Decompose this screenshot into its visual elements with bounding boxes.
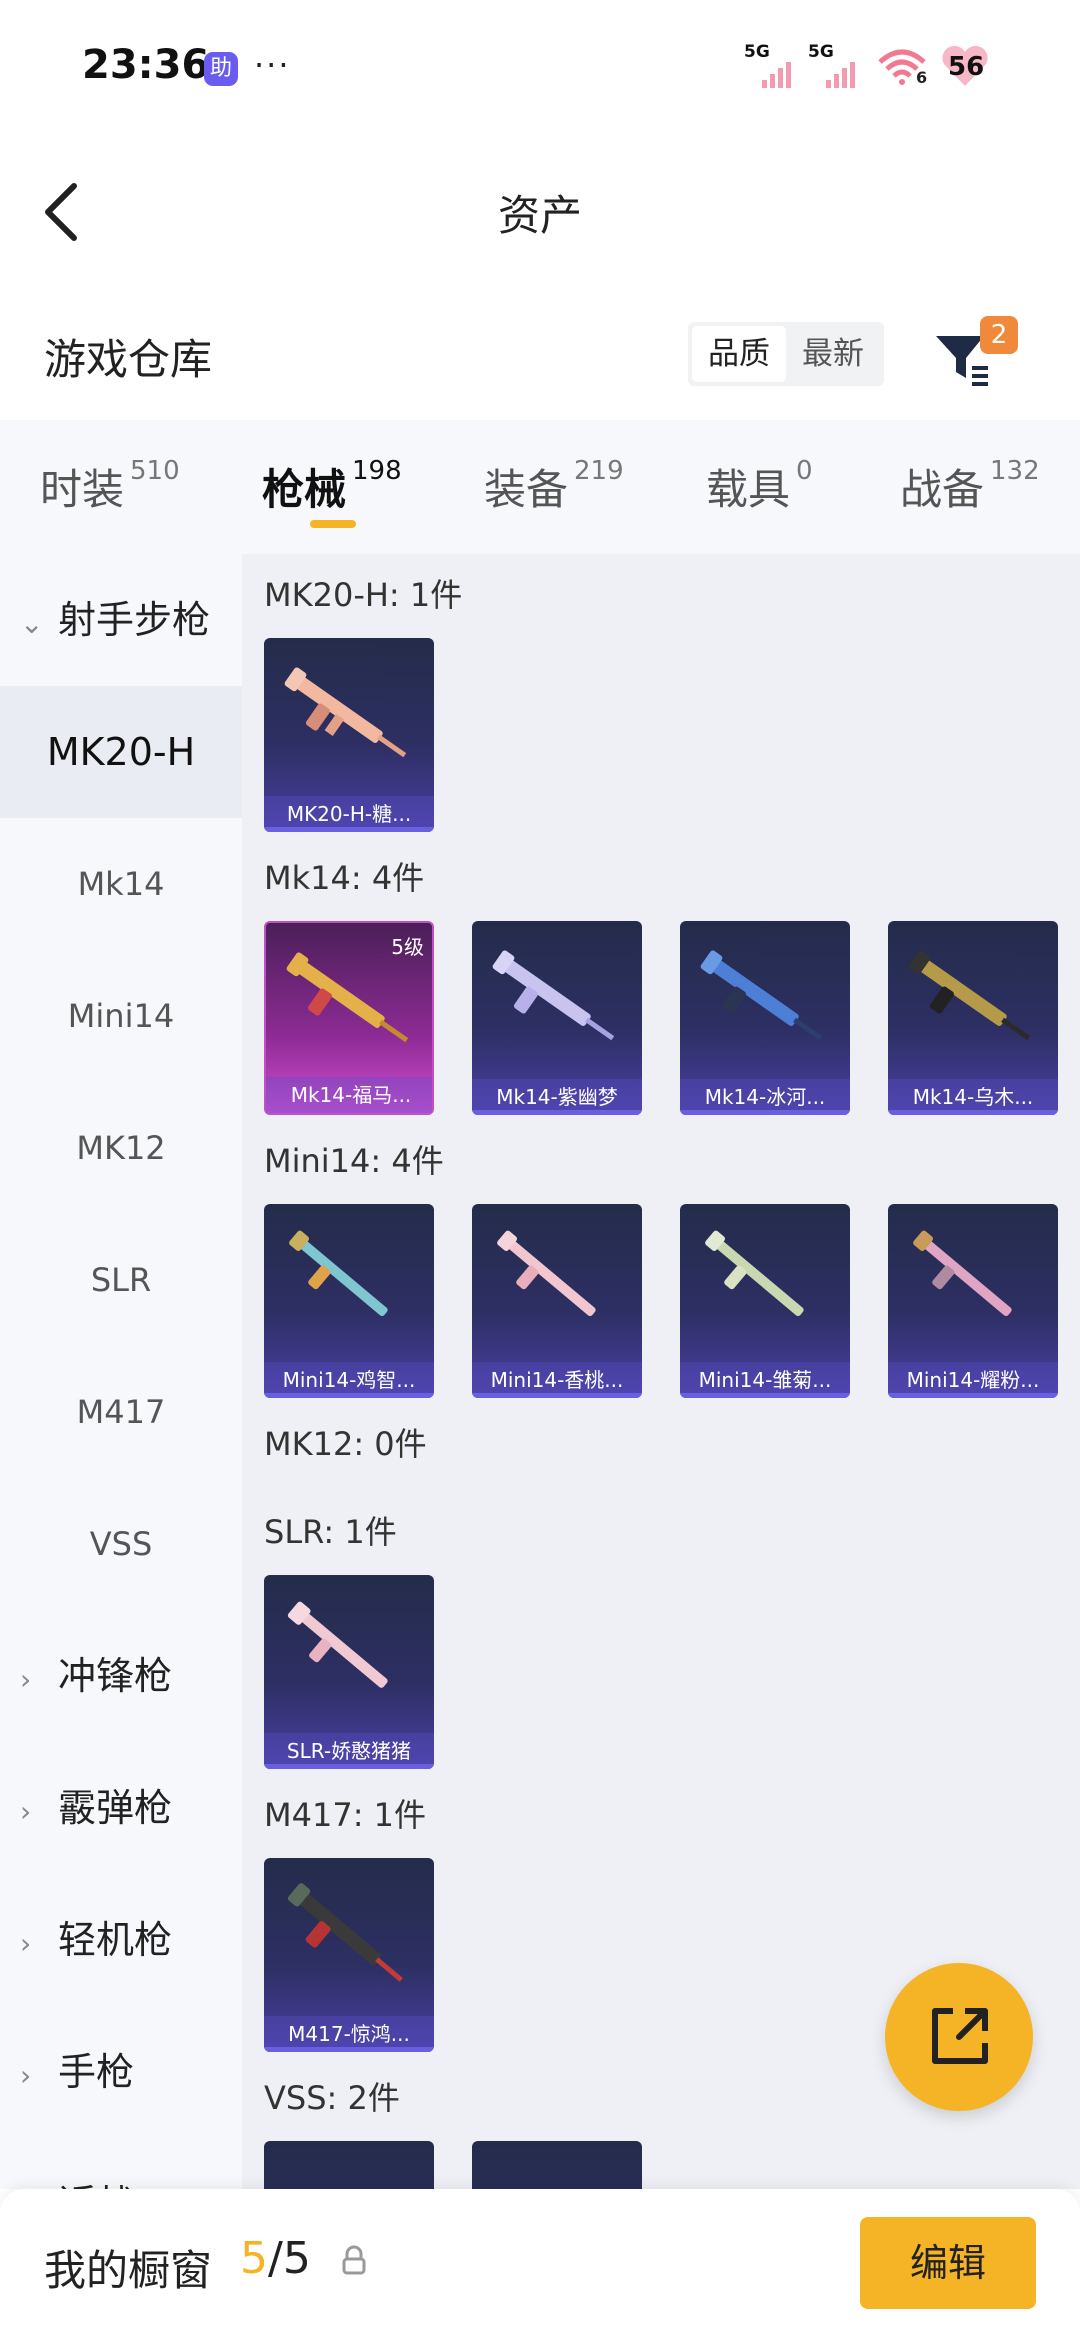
filter-button[interactable]: 2: [930, 316, 1018, 396]
status-bar: 23:36 助 ··· 5G 5G 6 56: [0, 0, 1080, 130]
weapon-card[interactable]: M417-惊鸿...: [264, 1858, 434, 2052]
signal-icon-1: 5G: [744, 42, 796, 88]
weapon-card[interactable]: Mini14-耀粉...: [888, 1204, 1058, 1398]
weapon-card[interactable]: [472, 2141, 642, 2189]
sidebar-category-lmg[interactable]: › 轻机枪: [0, 1874, 242, 2006]
share-button[interactable]: [885, 1963, 1033, 2111]
sort-toggle: 品质 最新: [688, 322, 884, 386]
status-time: 23:36: [82, 42, 210, 88]
chevron-right-icon: ›: [20, 2059, 32, 2092]
weapon-type-sidebar: ⌄ 射手步枪 MK20-H Mk14 Mini14 MK12 SLR M417 V…: [0, 554, 242, 2189]
group-title: MK12: 0件: [264, 1425, 427, 1463]
weapon-card[interactable]: Mk14-紫幽梦: [472, 921, 642, 1115]
page-title: 资产: [497, 191, 582, 240]
sidebar-item-mk14[interactable]: Mk14: [0, 818, 242, 950]
weapon-card[interactable]: Mini14-香桃...: [472, 1204, 642, 1398]
chevron-right-icon: ›: [20, 2142, 46, 2189]
edit-button[interactable]: 编辑: [860, 2217, 1036, 2309]
rifle-icon: [705, 1230, 804, 1317]
weapon-card[interactable]: MK20-H-糖...: [264, 638, 434, 832]
weapon-card[interactable]: Mini14-雏菊...: [680, 1204, 850, 1398]
lock-icon: [340, 2245, 368, 2281]
chevron-right-icon: ›: [20, 1795, 32, 1828]
rifle-icon: [497, 1230, 596, 1317]
rifle-icon: [286, 952, 409, 1043]
weapon-card[interactable]: Mk14-冰河...: [680, 921, 850, 1115]
battery-icon: 56: [940, 44, 990, 88]
wifi-icon: 6: [876, 48, 928, 90]
rifle-icon: [289, 1230, 388, 1317]
sort-quality-option[interactable]: 品质: [692, 326, 786, 382]
group-title: MK20-H: 1件: [264, 576, 463, 614]
weapon-card[interactable]: Mk14-乌木...: [888, 921, 1058, 1115]
rifle-icon: [287, 1601, 388, 1688]
sidebar-item-mini14[interactable]: Mini14: [0, 950, 242, 1082]
rifle-icon: [700, 950, 823, 1041]
rifle-icon: [913, 1230, 1012, 1317]
group-title: VSS: 2件: [264, 2079, 400, 2117]
active-tab-indicator: [310, 520, 356, 528]
warehouse-title: 游戏仓库: [44, 335, 213, 384]
rifle-icon: [908, 950, 1031, 1041]
tab-firearms[interactable]: 枪械 198: [262, 456, 402, 517]
chevron-down-icon: ⌄: [20, 607, 44, 640]
more-notifications-icon: ···: [254, 46, 291, 84]
showcase-label: 我的橱窗: [44, 2246, 213, 2295]
sidebar-item-vss[interactable]: VSS: [0, 1478, 242, 1610]
weapon-card[interactable]: [264, 2141, 434, 2189]
rifle-icon: [287, 1883, 403, 1982]
tab-fashion[interactable]: 时装 510: [40, 456, 180, 517]
sidebar-item-mk20h[interactable]: MK20-H: [0, 686, 242, 818]
warehouse-header: 游戏仓库 品质 最新 2: [0, 290, 1080, 420]
group-title: SLR: 1件: [264, 1513, 397, 1551]
signal-icon-2: 5G: [808, 42, 860, 88]
filter-count-badge: 2: [980, 316, 1018, 354]
sidebar-item-m417[interactable]: M417: [0, 1346, 242, 1478]
showcase-bar: 我的橱窗 5/5 编辑: [0, 2189, 1080, 2339]
sidebar-category-smg[interactable]: › 冲锋枪: [0, 1610, 242, 1742]
category-tabs: 时装 510 枪械 198 装备 219 载具 0 战备 132: [0, 420, 1080, 554]
sidebar-category-shotgun[interactable]: › 霰弹枪: [0, 1742, 242, 1874]
weapon-grid: MK20-H: 1件 MK20-H-糖... Mk14: 4件 5级 Mk14-…: [242, 554, 1080, 2189]
sidebar-item-mk12[interactable]: MK12: [0, 1082, 242, 1214]
app-header: 资产: [0, 130, 1080, 280]
group-title: M417: 1件: [264, 1796, 427, 1834]
sidebar-category-marksman[interactable]: ⌄ 射手步枪: [0, 554, 242, 686]
group-title: Mini14: 4件: [264, 1142, 444, 1180]
assist-app-icon: 助: [204, 52, 238, 86]
group-title: Mk14: 4件: [264, 859, 425, 897]
chevron-right-icon: ›: [20, 1927, 32, 1960]
external-link-icon: [932, 2008, 988, 2064]
tab-supplies[interactable]: 战备 132: [900, 456, 1040, 517]
weapon-card[interactable]: 5级 Mk14-福马...: [264, 921, 434, 1115]
rifle-icon: [492, 950, 615, 1041]
tab-vehicles[interactable]: 载具 0: [706, 456, 813, 517]
sidebar-category-melee[interactable]: ›近战: [0, 2138, 242, 2189]
rifle-icon: [284, 667, 407, 758]
tab-equipment[interactable]: 装备 219: [484, 456, 624, 517]
chevron-right-icon: ›: [20, 1663, 32, 1696]
showcase-count: 5/5: [240, 2233, 311, 2284]
sidebar-item-slr[interactable]: SLR: [0, 1214, 242, 1346]
sidebar-category-pistol[interactable]: › 手枪: [0, 2006, 242, 2138]
weapon-card[interactable]: Mini14-鸡智...: [264, 1204, 434, 1398]
sort-latest-option[interactable]: 最新: [786, 326, 880, 382]
weapon-card[interactable]: SLR-娇憨猪猪: [264, 1575, 434, 1769]
